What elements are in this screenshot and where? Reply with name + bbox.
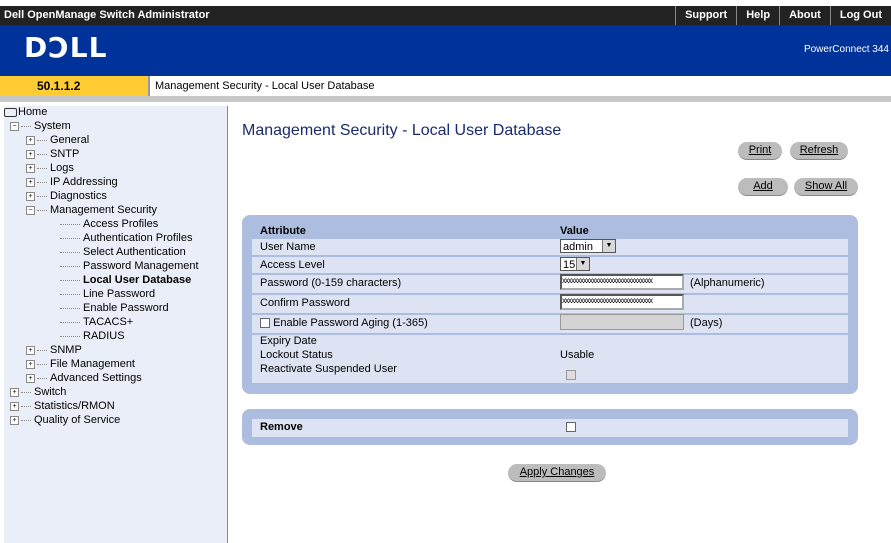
help-link[interactable]: Help xyxy=(736,6,779,25)
expand-icon: + xyxy=(26,149,35,159)
expand-icon: + xyxy=(26,163,35,173)
password-aging-checkbox[interactable] xyxy=(260,318,270,329)
password-aging-row: Enable Password Aging (1-365) (Days) xyxy=(252,314,848,333)
home-icon xyxy=(4,107,17,117)
expiry-date-row: Expiry Date xyxy=(252,335,848,349)
remove-label: Remove xyxy=(260,421,303,433)
tree-radius[interactable]: RADIUS xyxy=(60,330,125,342)
reactivate-row: Reactivate Suspended User xyxy=(252,363,848,383)
remove-panel: Remove xyxy=(242,409,858,445)
tree-ip-addressing[interactable]: + IP Addressing xyxy=(26,176,118,188)
tree-general[interactable]: + General xyxy=(26,134,89,146)
tree-diagnostics[interactable]: + Diagnostics xyxy=(26,190,107,202)
ip-address: 50.1.1.2 xyxy=(37,79,81,93)
user-name-label: User Name xyxy=(260,241,316,253)
confirm-password-input[interactable]: xxxxxxxxxxxxxxxxxxxxxxxxxxxxxx xyxy=(560,294,684,310)
collapse-icon: − xyxy=(10,121,19,131)
tree-logs[interactable]: + Logs xyxy=(26,162,74,174)
breadcrumb-bar: Management Security - Local User Databas… xyxy=(150,76,891,97)
logout-link[interactable]: Log Out xyxy=(829,6,891,25)
user-name-row: User Name admin ▼ xyxy=(252,239,848,255)
reactivate-label: Reactivate Suspended User xyxy=(260,363,397,375)
tree-sntp[interactable]: + SNTP xyxy=(26,148,79,160)
print-button[interactable]: Print xyxy=(738,142,782,160)
lockout-status-value: Usable xyxy=(560,349,595,361)
ip-box: 50.1.1.2 xyxy=(0,76,150,96)
chevron-down-icon: ▼ xyxy=(602,240,615,252)
password-aging-note: (Days) xyxy=(690,317,723,329)
password-aging-label: Enable Password Aging (1-365) xyxy=(273,317,428,329)
access-level-row: Access Level 15 ▼ xyxy=(252,257,848,273)
tree-statistics-rmon[interactable]: + Statistics/RMON xyxy=(10,400,115,412)
tree-switch[interactable]: + Switch xyxy=(10,386,66,398)
password-aging-input xyxy=(560,314,684,330)
sidebar-tree: Home − System + General + SNTP + Logs + IP Ad… xyxy=(4,106,228,543)
tree-management-security[interactable]: − Management Security xyxy=(26,204,157,216)
tree-password-management[interactable]: Password Management xyxy=(60,260,199,272)
tree-authentication-profiles[interactable]: Authentication Profiles xyxy=(60,232,192,244)
reactivate-checkbox xyxy=(566,370,576,381)
expand-icon: + xyxy=(26,177,35,187)
top-bar: Dell OpenManage Switch Administrator Sup… xyxy=(0,0,891,27)
password-label: Password (0-159 characters) xyxy=(260,277,402,289)
user-form-panel: Attribute Value User Name admin ▼ Access … xyxy=(242,215,858,394)
tree-select-authentication[interactable]: Select Authentication xyxy=(60,246,186,258)
password-note: (Alphanumeric) xyxy=(690,277,765,289)
support-link[interactable]: Support xyxy=(675,6,736,25)
tree-local-user-database[interactable]: Local User Database xyxy=(60,274,191,286)
remove-checkbox[interactable] xyxy=(566,422,576,433)
about-link[interactable]: About xyxy=(779,6,830,25)
password-input[interactable]: xxxxxxxxxxxxxxxxxxxxxxxxxxxxxx xyxy=(560,274,684,290)
tree-tacacs[interactable]: TACACS+ xyxy=(60,316,133,328)
add-button[interactable]: Add xyxy=(738,178,788,196)
expand-icon: + xyxy=(26,345,35,355)
confirm-password-label: Confirm Password xyxy=(260,297,350,309)
show-all-button[interactable]: Show All xyxy=(794,178,858,196)
header-row: Attribute Value xyxy=(252,223,848,239)
access-level-select[interactable]: 15 ▼ xyxy=(560,257,590,271)
password-row: Password (0-159 characters) xxxxxxxxxxxx… xyxy=(252,274,848,293)
tree-access-profiles[interactable]: Access Profiles xyxy=(60,218,158,230)
value-header: Value xyxy=(560,225,589,237)
tree-quality-of-service[interactable]: + Quality of Service xyxy=(10,414,120,426)
expand-icon: + xyxy=(10,387,19,397)
tree-line-password[interactable]: Line Password xyxy=(60,288,155,300)
breadcrumb: Management Security - Local User Databas… xyxy=(155,80,375,92)
tree-enable-password[interactable]: Enable Password xyxy=(60,302,169,314)
chevron-down-icon: ▼ xyxy=(576,258,589,270)
separator xyxy=(0,96,891,102)
banner: DƆLL PowerConnect 344 xyxy=(0,25,891,76)
expand-icon: + xyxy=(10,401,19,411)
attribute-header: Attribute xyxy=(260,225,306,237)
collapse-icon: − xyxy=(26,205,35,215)
confirm-password-row: Confirm Password xxxxxxxxxxxxxxxxxxxxxxx… xyxy=(252,294,848,313)
tree-system[interactable]: − System xyxy=(10,120,71,132)
refresh-button[interactable]: Refresh xyxy=(790,142,848,160)
expand-icon: + xyxy=(10,415,19,425)
apply-changes-button[interactable]: Apply Changes xyxy=(508,464,606,482)
product-name: PowerConnect 344 xyxy=(803,44,889,55)
access-level-label: Access Level xyxy=(260,259,325,271)
main-content: Management Security - Local User Databas… xyxy=(232,106,891,543)
lockout-status-row: Lockout Status Usable xyxy=(252,349,848,363)
lockout-status-label: Lockout Status xyxy=(260,349,333,361)
tree-home[interactable]: Home xyxy=(4,106,47,118)
expand-icon: + xyxy=(26,373,35,383)
expiry-date-label: Expiry Date xyxy=(260,335,317,347)
tree-advanced-settings[interactable]: + Advanced Settings xyxy=(26,372,142,384)
dell-logo: DƆLL xyxy=(24,31,108,64)
tree-file-management[interactable]: + File Management xyxy=(26,358,135,370)
expand-icon: + xyxy=(26,135,35,145)
tree-snmp[interactable]: + SNMP xyxy=(26,344,82,356)
user-name-select[interactable]: admin ▼ xyxy=(560,239,616,253)
expand-icon: + xyxy=(26,359,35,369)
top-links: Support Help About Log Out xyxy=(675,6,891,25)
remove-row: Remove xyxy=(252,419,848,437)
expand-icon: + xyxy=(26,191,35,201)
page-title: Management Security - Local User Databas… xyxy=(242,122,562,139)
app-title: Dell OpenManage Switch Administrator xyxy=(4,9,210,21)
